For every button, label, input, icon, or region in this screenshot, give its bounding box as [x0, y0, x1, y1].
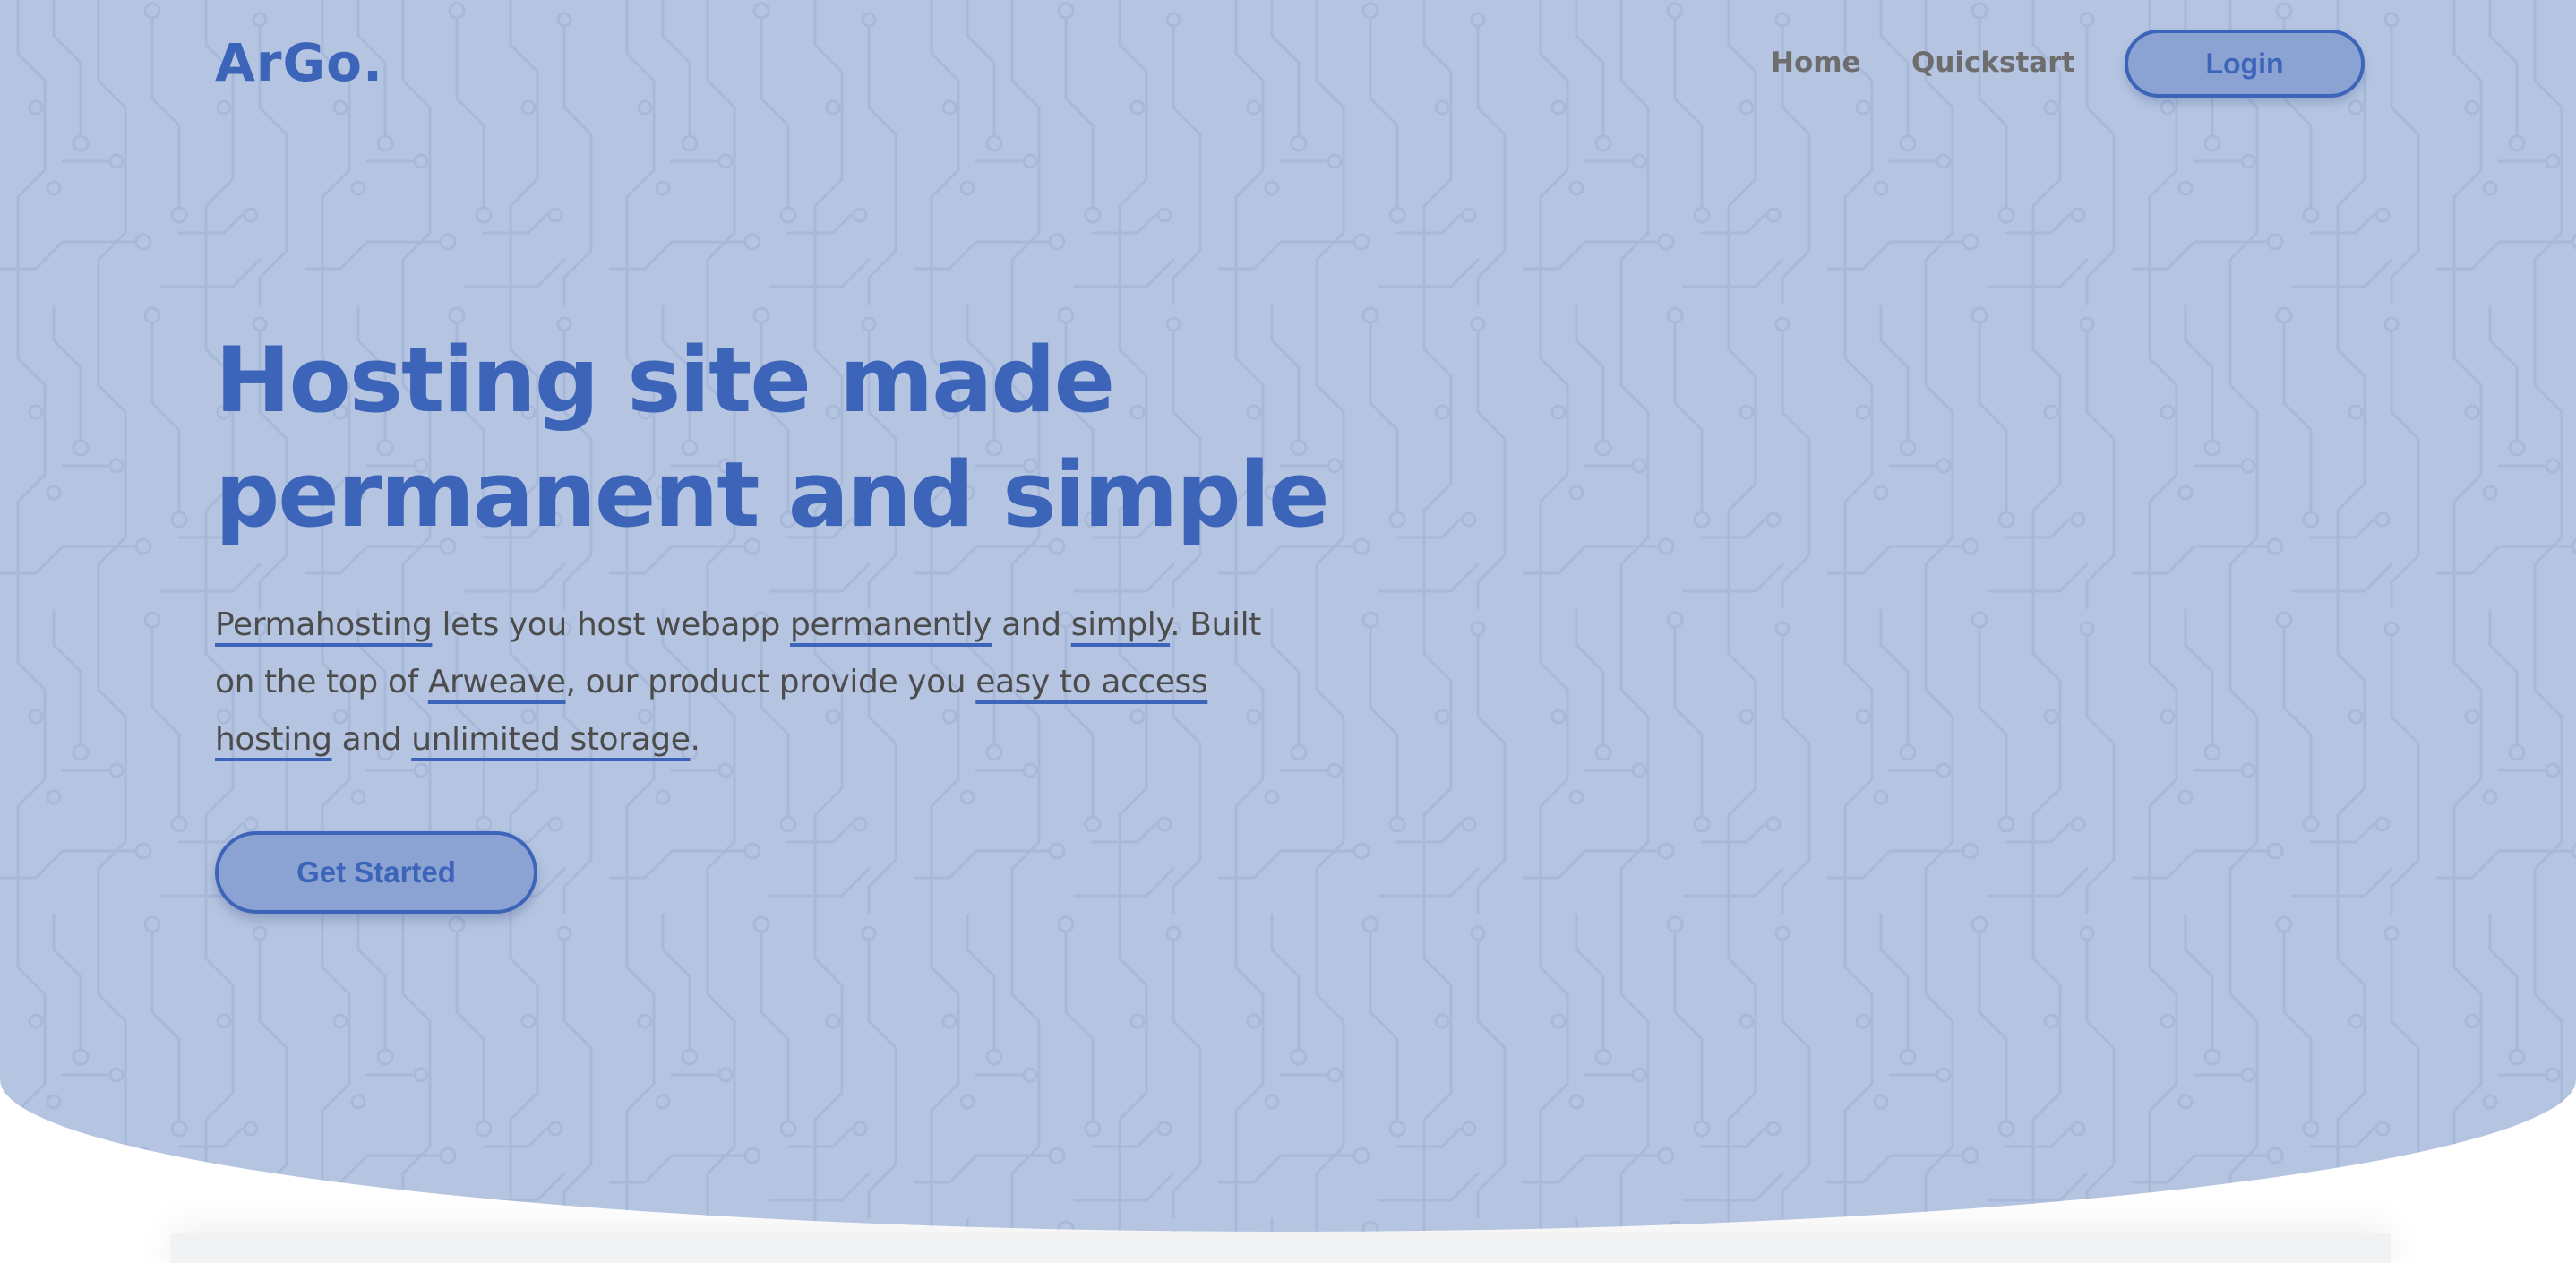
login-button[interactable]: Login	[2125, 30, 2365, 98]
hero-description: Permahosting lets you host webapp perman…	[215, 597, 1272, 769]
description-text: and	[331, 721, 412, 758]
description-link-simply[interactable]: simply	[1071, 606, 1171, 643]
description-link-permahosting[interactable]: Permahosting	[215, 606, 433, 643]
brand-logo[interactable]: ArGo.	[215, 27, 383, 99]
description-text: lets you host webapp	[432, 606, 790, 643]
landing-page: ArGo. Home Quickstart Login Hosting site…	[0, 0, 2576, 1263]
top-navigation: ArGo. Home Quickstart Login	[0, 0, 2576, 125]
description-text: .	[690, 721, 700, 758]
description-link-arweave[interactable]: Arweave	[428, 664, 566, 700]
nav-link-home[interactable]: Home	[1771, 45, 1861, 81]
hero-section: ArGo. Home Quickstart Login Hosting site…	[0, 0, 2576, 1232]
description-text: , our product provide you	[565, 664, 976, 700]
description-text: and	[992, 606, 1071, 643]
nav-link-quickstart[interactable]: Quickstart	[1911, 45, 2074, 81]
content-card-edge	[170, 1233, 2391, 1263]
hero-title-line-1: Hosting site made	[215, 327, 1115, 433]
description-link-unlimited-storage[interactable]: unlimited storage	[411, 721, 691, 758]
hero-title-line-2: permanent and simple	[215, 442, 1330, 547]
get-started-button[interactable]: Get Started	[215, 831, 537, 914]
description-link-permanently[interactable]: permanently	[790, 606, 992, 643]
hero-title: Hosting site made permanent and simple	[215, 322, 1379, 552]
